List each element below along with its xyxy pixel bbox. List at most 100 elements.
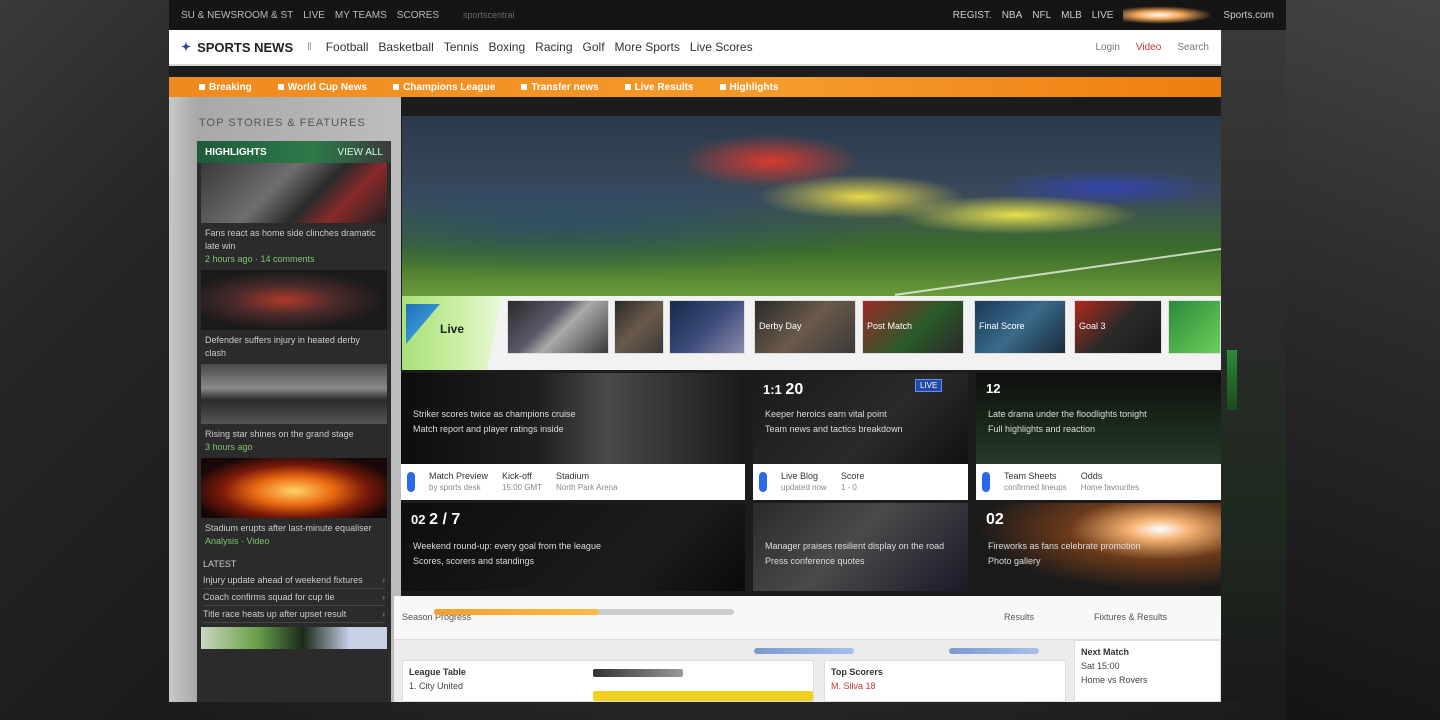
- carousel-thumbnail[interactable]: [507, 300, 609, 354]
- live-label: Live: [440, 322, 465, 336]
- news-tile[interactable]: Striker scores twice as champions cruise…: [401, 373, 745, 464]
- site-domain: Sports.com: [1223, 9, 1274, 21]
- login-link[interactable]: Login: [1095, 42, 1119, 53]
- sidebar-card-text: Defender suffers injury in heated derby …: [201, 330, 387, 364]
- nav-item-7[interactable]: More Sports: [615, 40, 680, 54]
- nav-item-1[interactable]: Football: [326, 40, 369, 54]
- blue-pill-icon: [759, 472, 767, 492]
- top-right-links: REGIST. NBA NFL MLB LIVE Sports.com: [953, 6, 1274, 24]
- meta-sub: updated now: [781, 483, 827, 492]
- tile-meta-row: Match Preview by sports desk Kick-off 15:0…: [401, 464, 745, 500]
- sidebar-title: TOP STORIES & FEATURES: [199, 117, 366, 129]
- tile-meta-row: Team Sheets confirmed lineups Odds Home fa…: [976, 464, 1221, 500]
- thumbnail-caption: Derby Day: [759, 321, 802, 331]
- left-sidebar: TOP STORIES & FEATURES HIGHLIGHTS VIEW A…: [169, 97, 401, 702]
- sidebar-card[interactable]: Fans react as home side clinches dramati…: [201, 163, 387, 270]
- sidebar-card[interactable]: [201, 627, 387, 649]
- category-item-1[interactable]: Breaking: [199, 82, 252, 93]
- hero-banner[interactable]: [402, 116, 1221, 296]
- sidebar-card[interactable]: Rising star shines on the grand stage 3 …: [201, 364, 387, 458]
- list-item[interactable]: Title race heats up after upset result ›: [203, 606, 385, 623]
- card-header: Top Scorers: [831, 667, 883, 677]
- list-item-text: Coach confirms squad for cup tie: [203, 592, 335, 602]
- top-link-4[interactable]: SCORES: [397, 10, 439, 21]
- tile-headline: Fireworks as fans celebrate promotion: [988, 541, 1141, 551]
- carousel-thumbnail[interactable]: Goal 3: [1074, 300, 1162, 354]
- carousel-thumbnail[interactable]: Post Match: [862, 300, 964, 354]
- category-item-3[interactable]: Champions League: [393, 82, 495, 93]
- info-card[interactable]: Top Scorers M. Silva 18: [824, 660, 1066, 702]
- tile-text: Fireworks as fans celebrate promotion Ph…: [988, 539, 1141, 569]
- category-item-5[interactable]: Live Results: [624, 82, 694, 93]
- carousel-thumbnail[interactable]: [614, 300, 664, 354]
- carousel-thumbnail[interactable]: Final Score: [974, 300, 1066, 354]
- chevron-right-icon: ›: [382, 592, 385, 602]
- tile-number: 20: [785, 381, 804, 398]
- meta-sub: by sports desk: [429, 483, 481, 492]
- card-highlight-bar: [593, 691, 813, 701]
- info-card[interactable]: League Table 1. City United: [402, 660, 814, 702]
- logo-icon: ✦: [181, 40, 192, 54]
- chevron-right-icon: ›: [382, 609, 385, 619]
- tile-headline: Late drama under the floodlights tonight: [988, 409, 1147, 419]
- category-item-2[interactable]: World Cup News: [277, 82, 367, 93]
- view-all-link[interactable]: VIEW ALL: [337, 147, 383, 158]
- list-item[interactable]: Coach confirms squad for cup tie ›: [203, 589, 385, 606]
- sidebar-card-text: Fans react as home side clinches dramati…: [201, 223, 387, 270]
- news-tile[interactable]: 12 Late drama under the floodlights toni…: [976, 373, 1221, 464]
- category-label-3: Champions League: [403, 81, 496, 93]
- nav-item-8[interactable]: Live Scores: [690, 40, 753, 54]
- live-promo[interactable]: Live: [402, 296, 502, 370]
- register-link[interactable]: REGIST.: [953, 10, 992, 21]
- tile-headline: Keeper heroics earn vital point: [765, 409, 887, 419]
- top-utility-links: SU & NEWSROOM & ST LIVE MY TEAMS SCORES: [181, 10, 439, 21]
- nav-item-2[interactable]: Basketball: [378, 40, 433, 54]
- category-item-6[interactable]: Highlights: [719, 82, 778, 93]
- meta-label: Stadium: [556, 471, 590, 481]
- carousel-thumbnail[interactable]: [669, 300, 745, 354]
- news-tile[interactable]: 1:1 20 LIVE Keeper heroics earn vital po…: [753, 373, 968, 464]
- center-label-2[interactable]: Fixtures & Results: [1094, 606, 1167, 628]
- news-tile[interactable]: Manager praises resilient display on the…: [753, 503, 968, 591]
- nav-item-4[interactable]: Boxing: [488, 40, 525, 54]
- sidebar-thumbnail: [201, 458, 387, 518]
- tile-subline: Photo gallery: [988, 556, 1041, 566]
- top-right-link-nfl[interactable]: NFL: [1032, 10, 1051, 21]
- news-tile[interactable]: 02 Fireworks as fans celebrate promotion…: [976, 503, 1221, 591]
- top-right-link-mlb[interactable]: MLB: [1061, 10, 1082, 21]
- meta-column: Stadium North Park Arena: [556, 471, 617, 493]
- top-right-link-live[interactable]: LIVE: [1092, 10, 1114, 21]
- sidebar-card-title: Fans react as home side clinches dramati…: [205, 228, 376, 251]
- tile-text: Keeper heroics earn vital point Team new…: [765, 407, 903, 437]
- tile-subline: Match report and player ratings inside: [413, 424, 564, 434]
- site-logo[interactable]: ✦ SPORTS NEWS: [181, 40, 293, 55]
- category-item-4[interactable]: Transfer news: [521, 82, 599, 93]
- info-card[interactable]: Next Match Sat 15:00 Home vs Rovers: [1074, 640, 1221, 702]
- meta-sub: 1 - 0: [840, 483, 857, 492]
- pitch-line-decoration: [895, 238, 1221, 296]
- sidebar-card[interactable]: Defender suffers injury in heated derby …: [201, 270, 387, 364]
- tab-indicator: [754, 648, 854, 654]
- carousel-thumbnail[interactable]: Derby Day: [754, 300, 856, 354]
- news-tile[interactable]: 02 2 / 7 Weekend round-up: every goal fr…: [401, 503, 745, 591]
- meta-column: Score 1 - 0: [841, 471, 865, 493]
- nav-item-6[interactable]: Golf: [583, 40, 605, 54]
- top-link-2[interactable]: LIVE: [303, 10, 325, 21]
- meta-column: Kick-off 15:00 GMT: [502, 471, 542, 493]
- thumbnail-carousel: Live Derby Day Post Match Final Score Go…: [402, 296, 1221, 370]
- video-link[interactable]: Video: [1136, 42, 1161, 53]
- top-right-link-nba[interactable]: NBA: [1002, 10, 1023, 21]
- search-link[interactable]: Search: [1177, 42, 1209, 53]
- nav-item-3[interactable]: Tennis: [444, 40, 479, 54]
- top-link-3[interactable]: MY TEAMS: [335, 10, 387, 21]
- site-tagline: sportscentral: [463, 10, 515, 20]
- carousel-thumbnail[interactable]: [1168, 300, 1221, 354]
- sidebar-card[interactable]: Stadium erupts after last-minute equalis…: [201, 458, 387, 552]
- tile-title: 02 2 / 7: [411, 511, 460, 529]
- meta-sub: confirmed lineups: [1004, 483, 1067, 492]
- list-item[interactable]: Injury update ahead of weekend fixtures …: [203, 572, 385, 589]
- meta-sub: 15:00 GMT: [502, 483, 543, 492]
- sidebar-card-title: Defender suffers injury in heated derby …: [205, 335, 360, 358]
- top-link-1[interactable]: SU & NEWSROOM & ST: [181, 10, 293, 21]
- nav-item-5[interactable]: Racing: [535, 40, 572, 54]
